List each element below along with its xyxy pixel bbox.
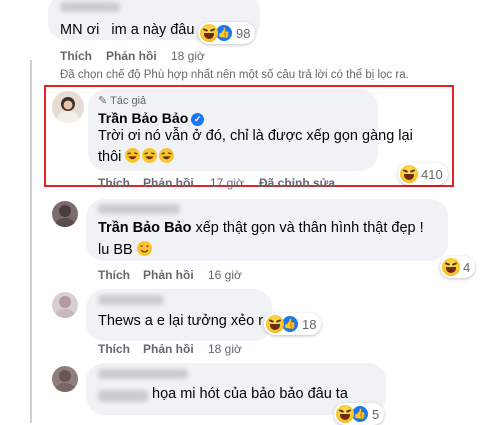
avatar[interactable] — [52, 292, 78, 318]
reply-button[interactable]: Phản hồi — [143, 268, 194, 282]
reaction-count: 98 — [236, 25, 251, 41]
author-name[interactable]: Trần Bảo Bảo ✓ — [98, 110, 205, 126]
edited-label[interactable]: Đã chỉnh sửa — [259, 176, 335, 190]
laughing-emoji-icon — [142, 148, 158, 163]
timestamp[interactable]: 16 giờ — [208, 268, 242, 282]
like-button[interactable]: Thích — [98, 268, 130, 282]
haha-icon — [200, 24, 218, 42]
tagged-user[interactable]: Trần Bảo Bảo — [98, 220, 191, 236]
comment-text: MN ơi im a này đâu — [60, 22, 195, 38]
comment-text-line2: lu BB — [98, 241, 154, 258]
comment-text: lu BB — [98, 242, 133, 258]
avatar-photo-icon — [52, 292, 78, 318]
laughing-emoji-icon — [125, 148, 141, 163]
verified-badge-icon: ✓ — [191, 113, 205, 126]
comment-text-rest: xếp thật gọn và thân hình thật đẹp ! — [191, 220, 424, 236]
avatar[interactable] — [52, 366, 78, 392]
author-badge-label: Tác giả — [110, 95, 147, 107]
comment-text-line2: thôi — [98, 148, 176, 165]
timestamp[interactable]: 17 giờ — [210, 176, 244, 190]
comment-text: Trần Bảo Bảo xếp thật gọn và thân hình t… — [98, 220, 424, 236]
timestamp[interactable]: 18 giờ — [171, 49, 205, 63]
reaction-count: 410 — [421, 166, 443, 182]
tagged-name-blurred — [98, 390, 148, 402]
avatar[interactable] — [52, 91, 84, 123]
like-button[interactable]: Thích — [60, 49, 92, 63]
laughing-emoji-icon — [159, 148, 175, 163]
reaction-summary[interactable]: 👍 98 — [198, 22, 256, 44]
comment-text: Thews a e lại tưởng xẻo r — [98, 313, 264, 329]
reaction-summary[interactable]: 4 — [440, 256, 476, 278]
reply-button[interactable]: Phản hồi — [106, 49, 157, 63]
haha-icon — [266, 315, 284, 333]
reaction-count: 18 — [302, 316, 317, 332]
pen-icon: ✎ — [98, 95, 108, 107]
reply-button[interactable]: Phản hồi — [143, 176, 194, 190]
avatar-photo-icon — [52, 91, 84, 123]
reaction-count: 5 — [372, 406, 380, 422]
author-badge: ✎ Tác giả — [98, 94, 146, 107]
timestamp[interactable]: 18 giờ — [208, 342, 242, 356]
commenter-name-blurred — [60, 2, 120, 12]
reply-button[interactable]: Phản hồi — [143, 342, 194, 356]
comment-text: thôi — [98, 149, 122, 165]
commenter-name-blurred — [98, 369, 188, 379]
haha-icon — [442, 258, 460, 276]
comment-text: họa mi hót của bảo bảo đâu ta — [152, 386, 348, 402]
avatar-photo-icon — [52, 201, 78, 227]
avatar[interactable] — [52, 201, 78, 227]
reaction-summary[interactable]: 410 — [398, 163, 448, 185]
avatar-photo-icon — [52, 366, 78, 392]
reaction-summary[interactable]: 👍 5 — [334, 403, 385, 425]
reaction-count: 4 — [463, 259, 471, 275]
heart-eyes-emoji-icon — [136, 241, 152, 256]
filter-notice: Đã chọn chế độ Phù hợp nhất nên một số c… — [60, 69, 409, 81]
reaction-summary[interactable]: 👍 18 — [264, 313, 322, 335]
thread-line — [30, 60, 32, 423]
like-button[interactable]: Thích — [98, 176, 130, 190]
author-name-text[interactable]: Trần Bảo Bảo — [98, 110, 188, 126]
haha-icon — [336, 405, 354, 423]
commenter-name-blurred — [98, 295, 164, 305]
haha-icon — [400, 165, 418, 183]
like-button[interactable]: Thích — [98, 342, 130, 356]
comment-text: Trời ơi nó vẫn ở đó, chỉ là được xếp gọn… — [98, 128, 413, 144]
commenter-name-blurred — [98, 204, 180, 214]
